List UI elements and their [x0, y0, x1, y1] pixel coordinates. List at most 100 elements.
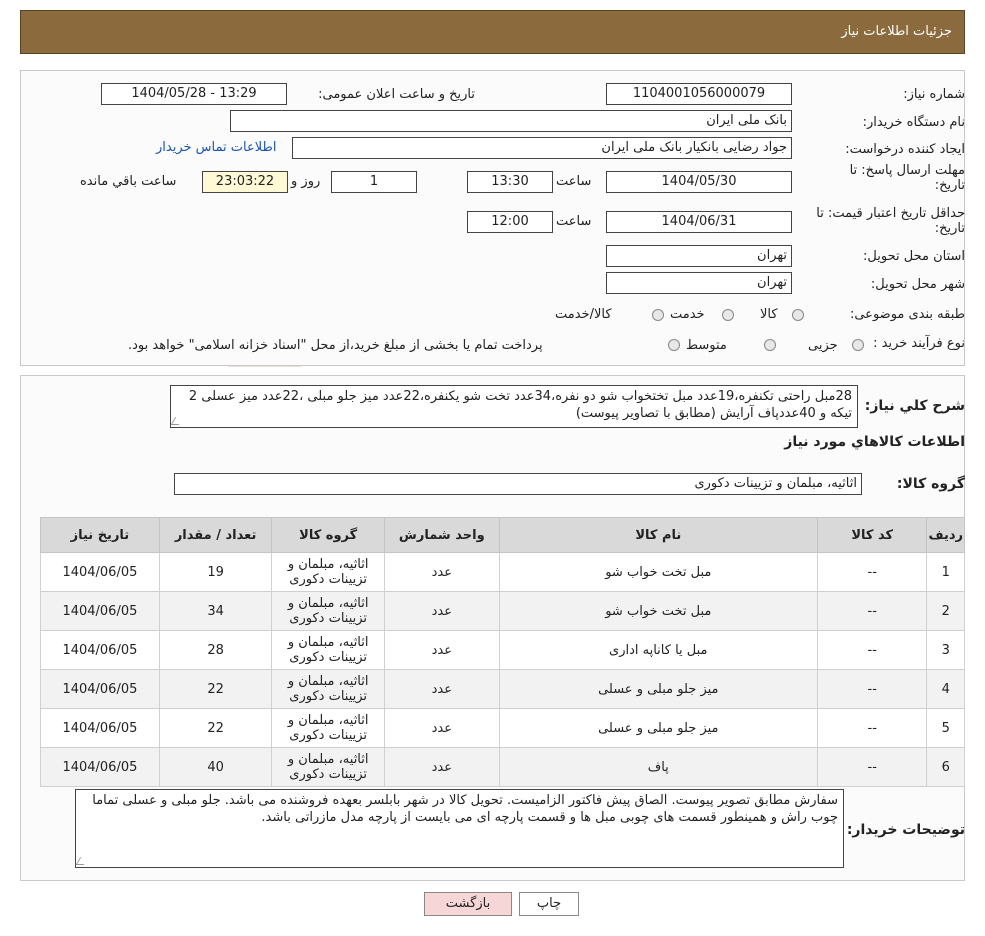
- cell-item-code: --: [816, 552, 928, 592]
- cell-need-date: 1404/06/05: [40, 708, 160, 748]
- col-header-unit: واحد شمارش: [383, 517, 500, 553]
- process-radio-minor[interactable]: [852, 339, 864, 351]
- cell-item-name: مبل یا کاناپه اداری: [498, 630, 818, 670]
- cell-item-name: مبل تخت خواب شو: [498, 591, 818, 631]
- validity-label: حداقل تاریخ اعتبار قیمت: تا تاریخ:: [816, 206, 965, 236]
- summary-text: 28مبل راحتی تکنفره،19عدد مبل تختخواب شو …: [188, 389, 852, 421]
- cell-group: اثاثیه، مبلمان و تزیینات دکوری: [271, 747, 385, 787]
- cell-unit: عدد: [383, 708, 500, 748]
- creator-field: جواد رضایی بانکیار بانک ملی ایران: [292, 137, 792, 159]
- page-header: جزئیات اطلاعات نیاز: [20, 10, 965, 54]
- days-label: روز و: [291, 174, 321, 189]
- city-field: تهران: [606, 272, 792, 294]
- cell-need-date: 1404/06/05: [40, 747, 160, 787]
- days-field: 1: [331, 171, 417, 193]
- goods-section-title: اطلاعات کالاهاي مورد نياز: [784, 434, 965, 450]
- deadline-date-field: 1404/05/30: [606, 171, 792, 193]
- buyer-notes-textarea[interactable]: سفارش مطابق تصویر پیوست. الصاق پیش فاکتو…: [75, 789, 844, 868]
- cell-need-date: 1404/06/05: [40, 552, 160, 592]
- cell-need-date: 1404/06/05: [40, 669, 160, 709]
- process-option-medium: متوسط: [686, 338, 727, 353]
- cell-item-name: پاف: [498, 747, 818, 787]
- cell-row-number: 6: [926, 747, 965, 787]
- page-title: جزئیات اطلاعات نیاز: [841, 24, 952, 39]
- col-header-group: گروه کالا: [271, 517, 385, 553]
- buyer-org-label: نام دستگاه خریدار:: [862, 115, 965, 130]
- cell-item-code: --: [816, 669, 928, 709]
- cell-item-name: میز جلو مبلی و عسلی: [498, 708, 818, 748]
- cell-need-date: 1404/06/05: [40, 591, 160, 631]
- announce-field: 1404/05/28 - 13:29: [101, 83, 287, 105]
- col-header-item-name: نام کالا: [498, 517, 818, 553]
- deadline-time-label: ساعت: [556, 174, 592, 189]
- goods-group-field: اثاثیه، مبلمان و تزیینات دکوری: [174, 473, 862, 495]
- validity-time-label: ساعت: [556, 214, 592, 229]
- city-label: شهر محل تحویل:: [870, 277, 965, 292]
- col-header-item-code: کد کالا: [816, 517, 928, 553]
- cell-item-code: --: [816, 591, 928, 631]
- buyer-notes-label: توضیحات خریدار:: [846, 822, 965, 838]
- summary-label: شرح کلي نياز:: [864, 398, 965, 414]
- category-option-goods-service: کالا/خدمت: [555, 307, 612, 322]
- cell-item-code: --: [816, 630, 928, 670]
- cell-item-name: میز جلو مبلی و عسلی: [498, 669, 818, 709]
- need-number-field: 1104001056000079: [606, 83, 792, 105]
- summary-textarea[interactable]: 28مبل راحتی تکنفره،19عدد مبل تختخواب شو …: [170, 385, 858, 428]
- cell-item-name: مبل تخت خواب شو: [498, 552, 818, 592]
- cell-quantity: 40: [158, 747, 273, 787]
- process-label: نوع فرآیند خرید :: [873, 336, 965, 351]
- table-row: 2 -- مبل تخت خواب شو عدد اثاثیه، مبلمان …: [40, 591, 965, 631]
- col-header-need-date: تاریخ نیاز: [40, 517, 160, 553]
- cell-row-number: 2: [926, 591, 965, 631]
- process-note: پرداخت تمام یا بخشی از مبلغ خرید،از محل …: [128, 338, 543, 353]
- creator-label: ایجاد کننده درخواست:: [845, 142, 965, 157]
- process-radio-treasury[interactable]: [668, 339, 680, 351]
- cell-item-code: --: [816, 708, 928, 748]
- cell-unit: عدد: [383, 552, 500, 592]
- cell-unit: عدد: [383, 747, 500, 787]
- process-radio-medium[interactable]: [764, 339, 776, 351]
- cell-need-date: 1404/06/05: [40, 630, 160, 670]
- cell-row-number: 1: [926, 552, 965, 592]
- cell-group: اثاثیه، مبلمان و تزیینات دکوری: [271, 669, 385, 709]
- cell-group: اثاثیه، مبلمان و تزیینات دکوری: [271, 630, 385, 670]
- category-radio-goods-service[interactable]: [652, 309, 664, 321]
- deadline-time-field: 13:30: [467, 171, 553, 193]
- table-row: 5 -- میز جلو مبلی و عسلی عدد اثاثیه، مبل…: [40, 708, 965, 748]
- table-row: 3 -- مبل یا کاناپه اداری عدد اثاثیه، مبل…: [40, 630, 965, 670]
- buyer-org-field: بانک ملی ایران: [230, 110, 792, 132]
- cell-unit: عدد: [383, 669, 500, 709]
- remaining-time-field: 23:03:22: [202, 171, 288, 193]
- cell-row-number: 3: [926, 630, 965, 670]
- items-table: ردیف کد کالا نام کالا واحد شمارش گروه کا…: [40, 517, 965, 787]
- table-header-row: ردیف کد کالا نام کالا واحد شمارش گروه کا…: [40, 517, 965, 553]
- col-header-row-number: ردیف: [926, 517, 965, 553]
- province-label: استان محل تحویل:: [863, 249, 965, 264]
- buyer-contact-link[interactable]: اطلاعات تماس خریدار: [156, 140, 276, 155]
- cell-unit: عدد: [383, 591, 500, 631]
- resize-grip-icon[interactable]: [170, 417, 184, 425]
- resize-grip-icon[interactable]: [75, 857, 89, 865]
- cell-group: اثاثیه، مبلمان و تزیینات دکوری: [271, 708, 385, 748]
- table-row: 6 -- پاف عدد اثاثیه، مبلمان و تزیینات دک…: [40, 747, 965, 787]
- goods-group-label: گروه کالا:: [896, 476, 965, 492]
- table-row: 1 -- مبل تخت خواب شو عدد اثاثیه، مبلمان …: [40, 552, 965, 592]
- category-radio-goods[interactable]: [792, 309, 804, 321]
- cell-quantity: 22: [158, 669, 273, 709]
- announce-label: تاریخ و ساعت اعلان عمومی:: [318, 87, 475, 102]
- cell-group: اثاثیه، مبلمان و تزیینات دکوری: [271, 552, 385, 592]
- category-radio-service[interactable]: [722, 309, 734, 321]
- category-option-goods: کالا: [760, 307, 778, 322]
- cell-row-number: 4: [926, 669, 965, 709]
- table-row: 4 -- میز جلو مبلی و عسلی عدد اثاثیه، مبل…: [40, 669, 965, 709]
- cell-item-code: --: [816, 747, 928, 787]
- buyer-notes-text: سفارش مطابق تصویر پیوست. الصاق پیش فاکتو…: [92, 793, 838, 825]
- validity-date-field: 1404/06/31: [606, 211, 792, 233]
- cell-unit: عدد: [383, 630, 500, 670]
- category-label: طبقه بندی موضوعی:: [849, 307, 965, 322]
- deadline-label: مهلت ارسال پاسخ: تا تاریخ:: [849, 163, 965, 193]
- back-button[interactable]: بازگشت: [424, 892, 512, 916]
- print-button[interactable]: چاپ: [519, 892, 579, 916]
- validity-time-field: 12:00: [467, 211, 553, 233]
- cell-quantity: 19: [158, 552, 273, 592]
